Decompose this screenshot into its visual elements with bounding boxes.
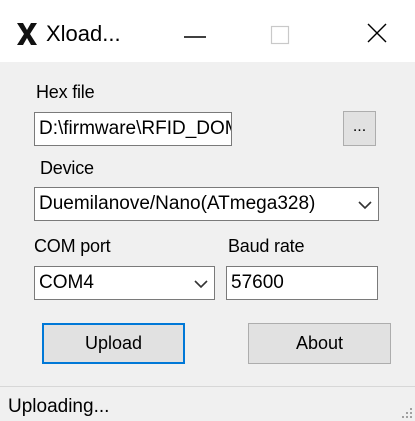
device-label: Device bbox=[40, 158, 94, 178]
title-bar[interactable]: Xload... bbox=[0, 0, 415, 62]
baud-rate-input[interactable]: 57600 bbox=[226, 266, 378, 300]
resize-grip-icon[interactable] bbox=[399, 405, 413, 419]
device-select[interactable]: Duemilanove/Nano(ATmega328) bbox=[34, 187, 379, 221]
minimize-button[interactable] bbox=[160, 0, 230, 62]
com-port-label: COM port bbox=[34, 236, 111, 256]
minimize-icon bbox=[184, 36, 206, 38]
window-title: Xload... bbox=[46, 21, 121, 46]
maximize-icon bbox=[270, 25, 290, 45]
device-selected-value: Duemilanove/Nano(ATmega328) bbox=[39, 193, 316, 214]
upload-button[interactable]: Upload bbox=[42, 323, 185, 364]
about-button[interactable]: About bbox=[248, 323, 391, 364]
xload-window: Xload... Hex file D:\firmware\RFID_DOMIN… bbox=[0, 0, 415, 421]
com-port-selected-value: COM4 bbox=[39, 272, 94, 293]
status-bar: Uploading... bbox=[0, 386, 415, 421]
browse-button[interactable]: ... bbox=[343, 111, 376, 146]
close-button[interactable] bbox=[340, 0, 415, 62]
close-icon bbox=[367, 23, 387, 43]
hex-file-label: Hex file bbox=[36, 82, 95, 102]
com-port-select[interactable]: COM4 bbox=[34, 266, 215, 300]
xload-x-icon bbox=[17, 23, 37, 45]
hex-file-input[interactable]: D:\firmware\RFID_DOMINAT( bbox=[34, 112, 232, 146]
maximize-button[interactable] bbox=[245, 0, 315, 62]
chevron-down-icon bbox=[194, 280, 208, 289]
chevron-down-icon bbox=[358, 201, 372, 210]
baud-rate-label: Baud rate bbox=[228, 236, 305, 256]
status-text: Uploading... bbox=[8, 396, 110, 417]
